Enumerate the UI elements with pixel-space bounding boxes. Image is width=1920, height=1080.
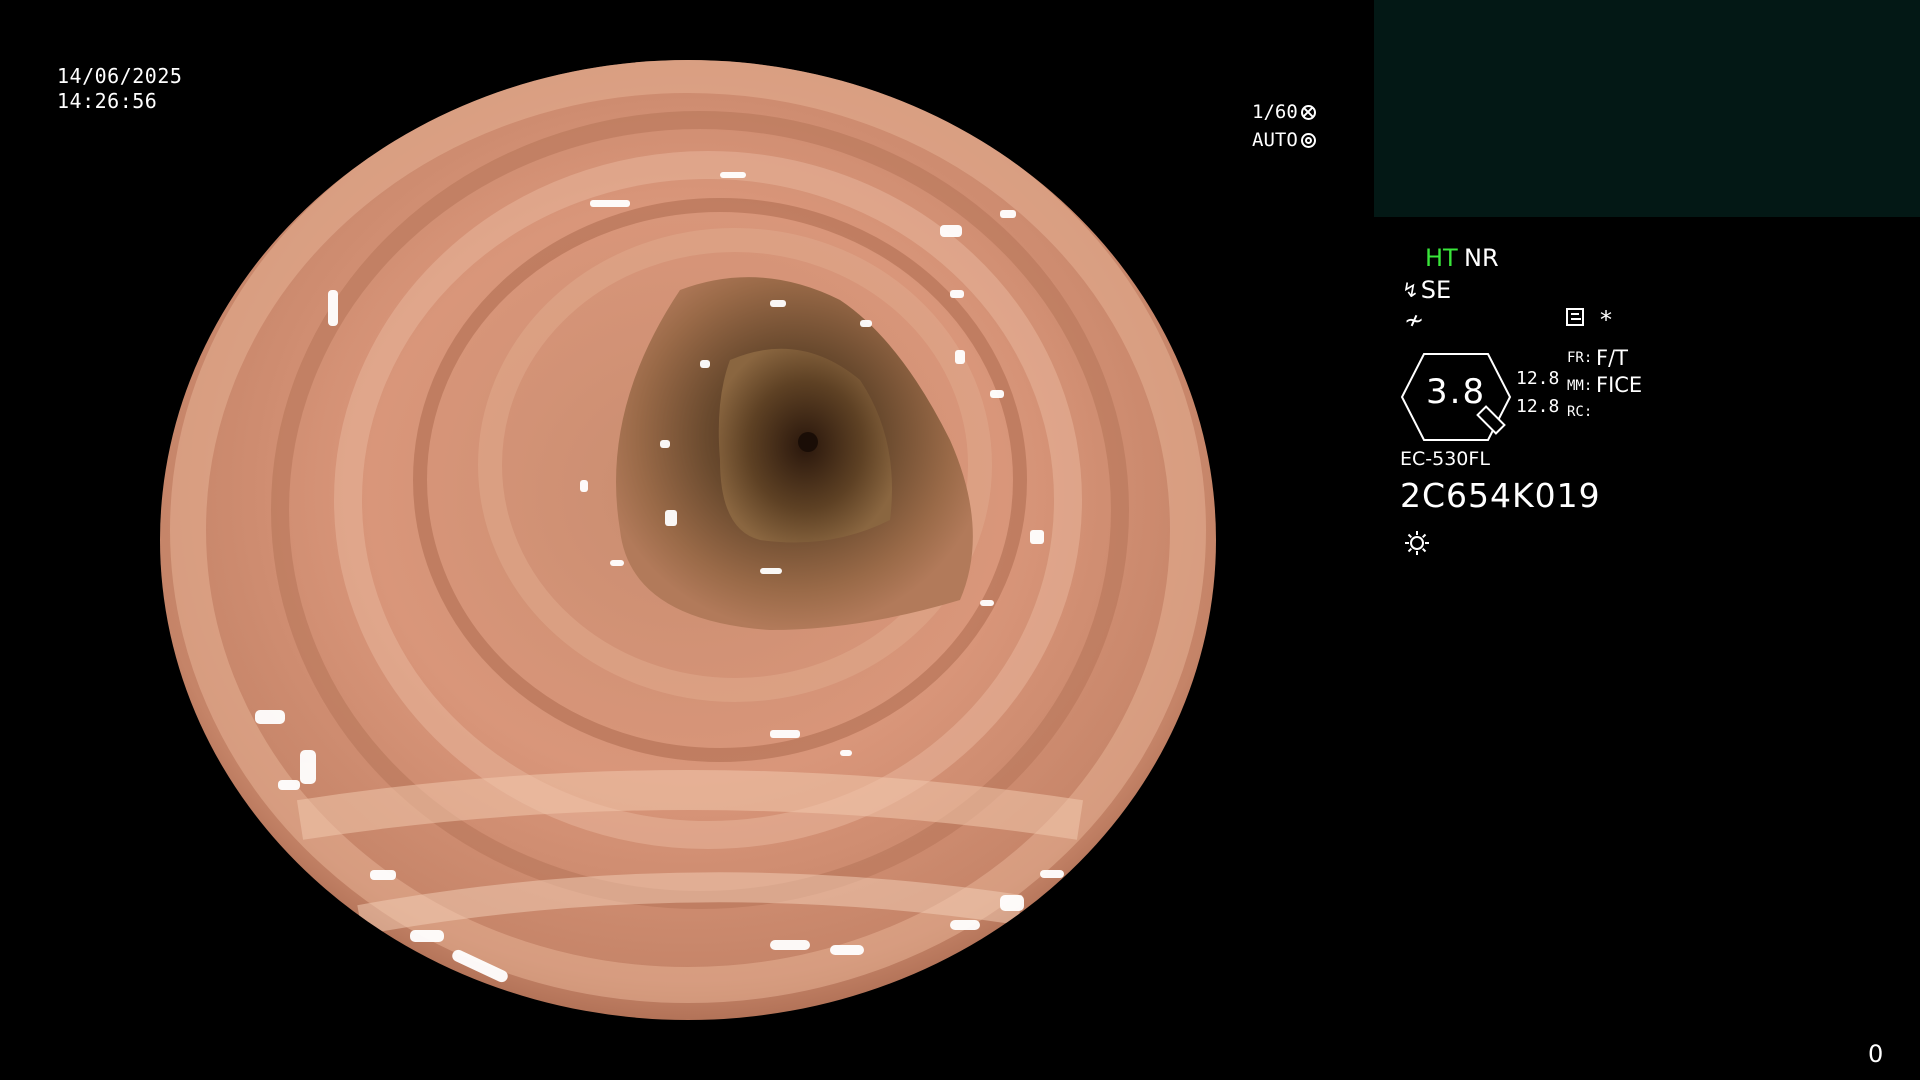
rc-label: RC:	[1567, 404, 1593, 420]
nr-indicator: NR	[1464, 244, 1499, 272]
ht-indicator: HT	[1425, 244, 1458, 272]
endoscopic-view	[160, 60, 1216, 1020]
scope-model: EC-530FL	[1400, 448, 1490, 470]
se-text: SE	[1420, 276, 1452, 304]
document-icon	[1566, 308, 1584, 326]
mm-value: FICE	[1596, 373, 1643, 397]
time-text: 14:26:56	[57, 89, 158, 113]
scope-serial: 2C654K019	[1400, 476, 1601, 515]
zoom-value: 3.8	[1426, 372, 1487, 412]
colon-lumen-image	[160, 60, 1216, 1020]
date-time-readout: 14/06/2025 14:26:56	[57, 64, 182, 114]
ring-icon	[1300, 132, 1316, 148]
date-text: 14/06/2025	[57, 64, 183, 88]
pip-thumbnail	[1374, 0, 1920, 217]
asterisk-icon: *	[1600, 306, 1612, 334]
sun-icon	[1405, 531, 1429, 555]
exposure-readout: 1/60 AUTO	[1252, 98, 1316, 154]
frame-counter: 0	[1868, 1040, 1884, 1068]
fr-label: FR:	[1567, 350, 1593, 366]
slash-f-icon: ≁	[1404, 306, 1425, 334]
mm-label: MM:	[1567, 378, 1593, 394]
readout-top: 12.8	[1516, 368, 1560, 389]
readout-bottom: 12.8	[1516, 396, 1560, 417]
scope-icon: ↯	[1402, 278, 1419, 302]
se-indicator: ↯ SE	[1402, 276, 1451, 304]
info-panel: HT NR ↯ SE ≁ * 3.8 12.8 12.8 FR: F/T MM:…	[1400, 240, 1880, 580]
shutter-speed: 1/60	[1252, 101, 1298, 123]
iris-mode: AUTO	[1252, 129, 1298, 151]
fr-value: F/T	[1596, 346, 1628, 370]
wheel-icon	[1300, 104, 1316, 120]
